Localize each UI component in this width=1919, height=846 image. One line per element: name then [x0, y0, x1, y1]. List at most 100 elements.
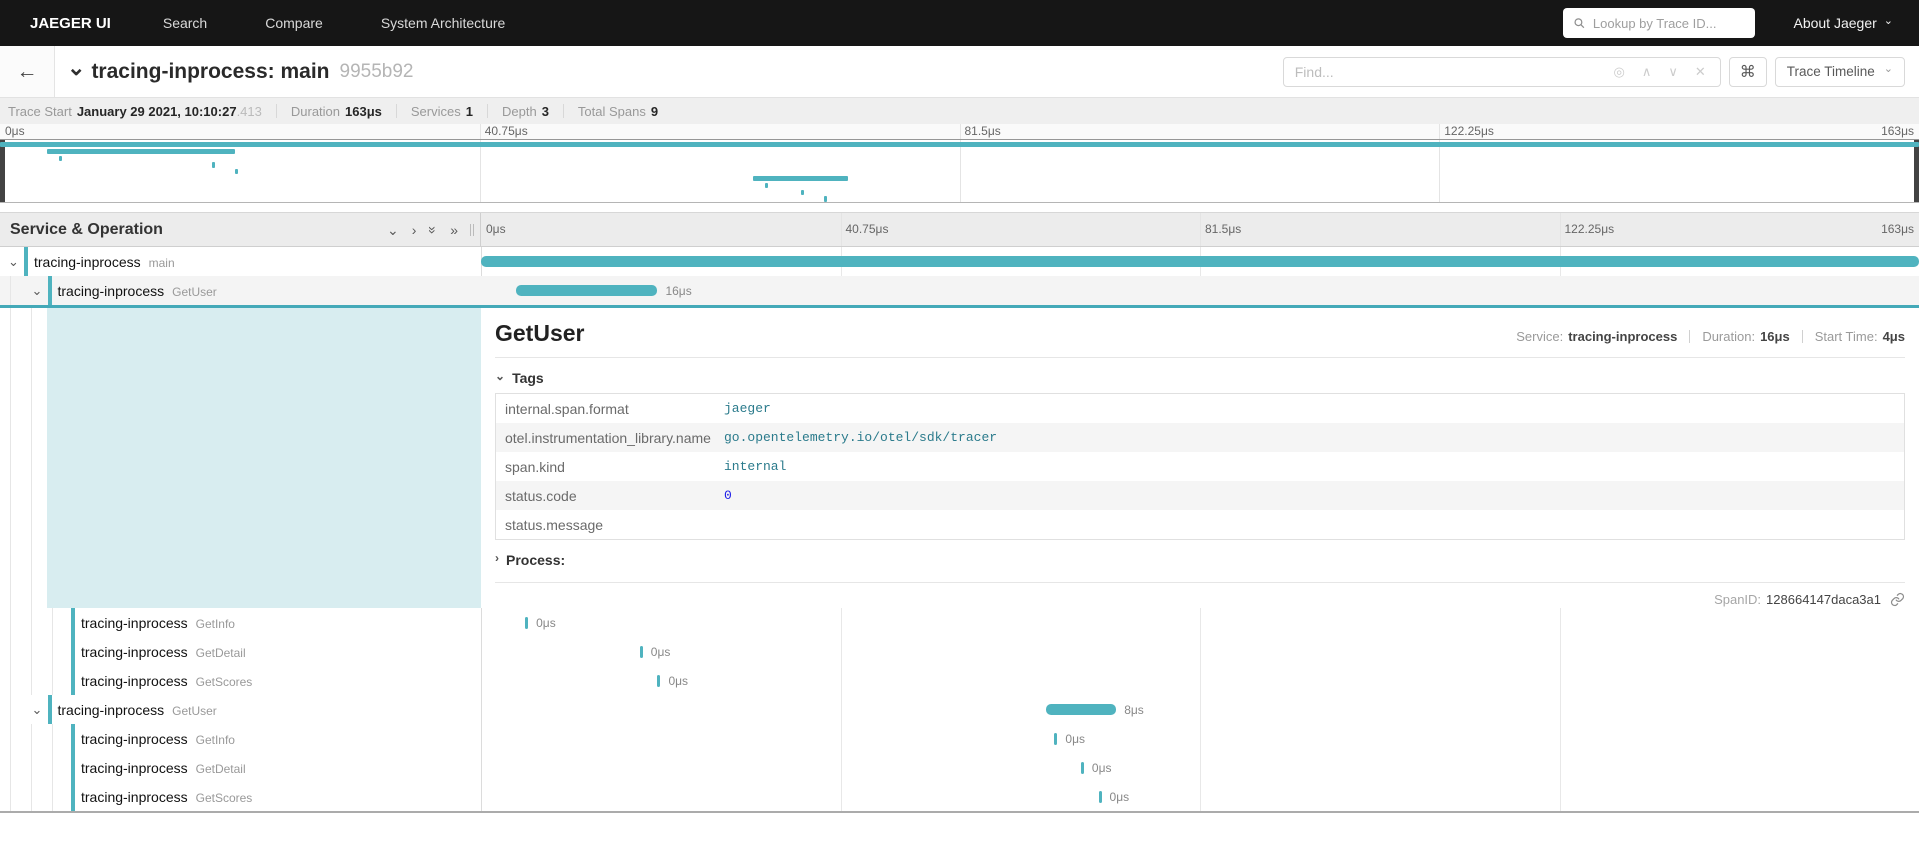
span-name-cell: ⌄tracing-inprocessGetUser — [0, 695, 481, 724]
expand-all-icon[interactable]: » — [450, 223, 458, 237]
brand-link[interactable]: JAEGER UI — [30, 15, 111, 32]
summary-value: 163μs — [345, 104, 382, 119]
timeline-ruler: 0μs40.75μs81.5μs122.25μs163μs — [481, 213, 1919, 246]
gridline — [1439, 140, 1440, 202]
span-duration-label: 0μs — [1110, 790, 1130, 804]
span-operation-name: main — [149, 256, 175, 270]
span-duration-bar[interactable] — [1099, 791, 1102, 803]
indent-guide — [31, 782, 32, 811]
link-icon — [1890, 592, 1905, 607]
tag-row[interactable]: status.message — [496, 510, 1904, 539]
nav-link-compare[interactable]: Compare — [265, 15, 323, 31]
span-row[interactable]: ⌄ tracing-inprocessGetUser 16μs — [0, 276, 1919, 305]
span-duration-bar[interactable] — [1054, 733, 1057, 745]
nav-link-search[interactable]: Search — [163, 15, 207, 31]
minimap-span-bar — [47, 149, 235, 154]
span-timeline-cell: 16μs — [481, 276, 1919, 305]
span-service-name: tracing-inprocessGetInfo — [81, 731, 235, 747]
span-row[interactable]: ⌄tracing-inprocessmain — [0, 247, 1919, 276]
expand-chevron-icon[interactable]: ⌄ — [32, 283, 43, 299]
keyboard-shortcuts-button[interactable]: ⌘ — [1729, 57, 1767, 87]
tick-label: 0μs — [0, 124, 25, 138]
trace-lookup-input[interactable] — [1593, 16, 1746, 31]
service-operation-title: Service & Operation — [10, 221, 163, 239]
span-duration-label: 0μs — [651, 645, 671, 659]
detail-highlight-band[interactable] — [47, 308, 481, 608]
span-duration-label: 8μs — [1124, 703, 1144, 717]
back-button[interactable]: ← — [0, 46, 55, 97]
next-match-icon[interactable]: ∨ — [1668, 64, 1678, 80]
tag-row[interactable]: status.code0 — [496, 481, 1904, 510]
span-timeline-cell: 0μs — [481, 782, 1919, 811]
span-operation-name: GetScores — [196, 791, 253, 805]
minimap-left-handle[interactable] — [0, 140, 5, 202]
collapse-trace-chevron-icon[interactable]: ⌄ — [67, 55, 85, 81]
span-duration-bar[interactable] — [1046, 704, 1117, 715]
back-arrow-icon: ← — [17, 60, 38, 84]
column-resize-handle[interactable] — [470, 224, 474, 236]
span-duration-bar[interactable] — [516, 285, 657, 296]
collapse-one-icon[interactable]: ⌄ — [387, 223, 399, 237]
collapse-all-icon[interactable]: » — [426, 226, 440, 234]
minimap-span-bar — [0, 142, 1919, 147]
tag-row[interactable]: internal.span.formatjaeger — [496, 394, 1904, 423]
collapse-controls: ⌄ › » » — [387, 223, 480, 237]
scope-icon[interactable]: ◎ — [1613, 64, 1624, 80]
span-color-bar — [71, 782, 75, 811]
process-accordion-header[interactable]: › Process: — [495, 552, 1905, 568]
clear-find-icon[interactable]: ✕ — [1695, 64, 1706, 80]
search-icon — [1573, 16, 1585, 30]
span-id-label: SpanID: — [1714, 592, 1761, 607]
indent-guide — [52, 724, 53, 753]
tick-label: 122.25μs — [1439, 124, 1494, 138]
rows-bottom-border — [0, 811, 1919, 813]
expand-chevron-icon[interactable]: ⌄ — [32, 702, 43, 718]
expand-chevron-icon[interactable]: ⌄ — [8, 254, 19, 270]
minimap-canvas[interactable] — [0, 139, 1919, 203]
span-detail-panel: GetUser Service:tracing-inprocessDuratio… — [481, 308, 1919, 608]
prev-match-icon[interactable]: ∧ — [1642, 64, 1652, 80]
span-service-name: tracing-inprocessGetScores — [81, 789, 252, 805]
span-row[interactable]: ⌄tracing-inprocessGetUser 8μs — [0, 695, 1919, 724]
span-duration-label: 0μs — [1065, 732, 1085, 746]
summary-label: Trace Start — [8, 104, 72, 119]
tick-label: 40.75μs — [480, 124, 528, 138]
span-detail-row: GetUser Service:tracing-inprocessDuratio… — [0, 305, 1919, 608]
span-color-bar — [48, 695, 52, 724]
nav-link-system-architecture[interactable]: System Architecture — [381, 15, 506, 31]
span-operation-name: GetUser — [172, 704, 217, 718]
span-service-name: tracing-inprocessGetUser — [58, 283, 217, 299]
command-icon: ⌘ — [1740, 62, 1756, 82]
tag-row[interactable]: span.kindinternal — [496, 452, 1904, 481]
find-input[interactable] — [1284, 64, 1600, 80]
minimap-right-handle[interactable] — [1914, 140, 1919, 202]
deep-link-button[interactable] — [1890, 592, 1905, 607]
span-duration-bar[interactable] — [657, 675, 660, 687]
span-row[interactable]: tracing-inprocessGetScores 0μs — [0, 782, 1919, 811]
meta-value: tracing-inprocess — [1568, 329, 1677, 344]
meta-label: Duration: — [1702, 329, 1755, 344]
span-duration-bar[interactable] — [481, 256, 1919, 267]
expand-one-icon[interactable]: › — [412, 223, 417, 237]
span-row[interactable]: tracing-inprocessGetDetail0μs — [0, 637, 1919, 666]
span-duration-bar[interactable] — [640, 646, 643, 658]
tags-accordion-header[interactable]: ⌄ Tags — [495, 370, 1905, 386]
span-row[interactable]: tracing-inprocessGetDetail0μs — [0, 753, 1919, 782]
span-timeline-cell: 0μs — [481, 637, 1919, 666]
span-row[interactable]: tracing-inprocessGetInfo0μs — [0, 608, 1919, 637]
span-duration-bar[interactable] — [1081, 762, 1084, 774]
span-row[interactable]: tracing-inprocessGetInfo 0μs — [0, 724, 1919, 753]
trace-header: ← ⌄ tracing-inprocess: main 9955b92 ◎ ∧ … — [0, 46, 1919, 97]
about-jaeger-menu[interactable]: About Jaeger ⌄ — [1793, 15, 1893, 31]
span-detail-meta: Service:tracing-inprocessDuration:16μsSt… — [1516, 329, 1905, 344]
span-duration-bar[interactable] — [525, 617, 528, 629]
nav-links: Search Compare System Architecture — [163, 15, 1564, 31]
indent-guide — [52, 666, 53, 695]
trace-view-dropdown[interactable]: Trace Timeline ⌄ — [1775, 57, 1905, 87]
span-service-name: tracing-inprocessGetDetail — [81, 760, 246, 776]
tag-row[interactable]: otel.instrumentation_library.namego.open… — [496, 423, 1904, 452]
trace-header-controls: ◎ ∧ ∨ ✕ ⌘ Trace Timeline ⌄ — [1283, 57, 1919, 87]
minimap-span-bar — [765, 183, 768, 188]
trace-short-id: 9955b92 — [340, 61, 414, 83]
span-row[interactable]: tracing-inprocessGetScores0μs — [0, 666, 1919, 695]
